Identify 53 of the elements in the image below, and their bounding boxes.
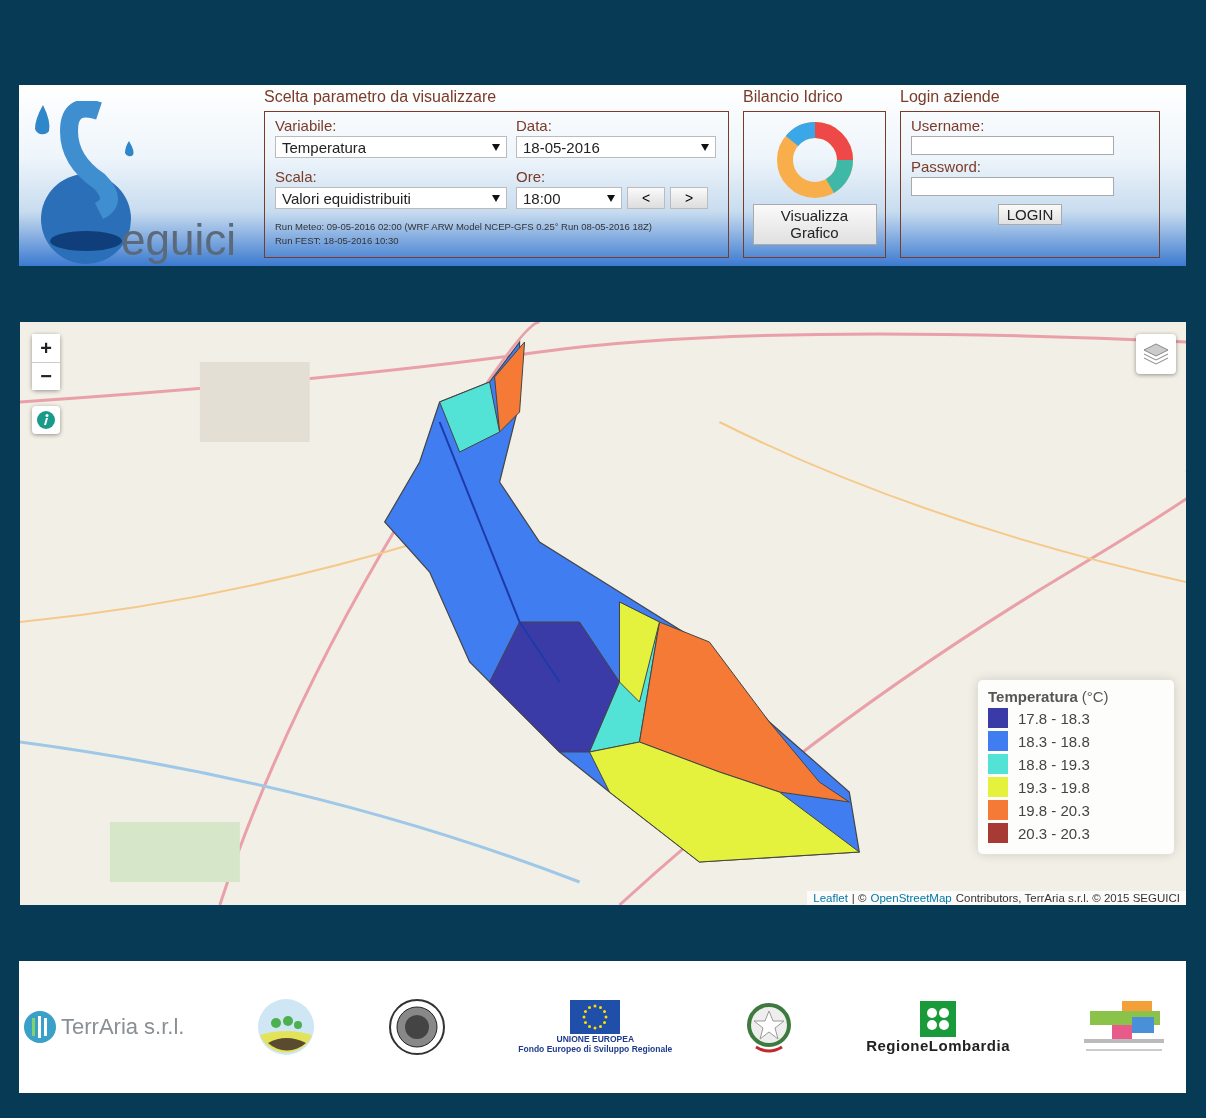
attribution-text: | © [851, 892, 867, 904]
zoom-button[interactable]: − [32, 362, 60, 390]
openstreetmap-link[interactable]: OpenStreetMap [870, 892, 952, 904]
section-title: Scelta parametro da visualizzare [264, 88, 498, 106]
logo-caption: Fondo Europeo di Sviluppo Regionale [518, 1044, 673, 1054]
field-label: Ore: [516, 168, 547, 186]
region-name: RegioneLombardia [866, 1036, 1011, 1054]
run-info: Run FEST: 18-05-2016 10:30 [275, 233, 400, 248]
clover-icon [920, 1000, 957, 1037]
legend-label: 20.3 - 20.3 [1018, 824, 1090, 842]
attribution-text: Contributors, TerrAria s.r.l. © 2015 SEGUICI [955, 892, 1180, 904]
logo-text: eguici [121, 218, 236, 262]
dropdown[interactable]: Valori equidistribuiti [275, 187, 507, 210]
striped-circle-icon [23, 1010, 57, 1044]
leaflet-link[interactable]: Leaflet [813, 892, 848, 904]
field-label: Username: [911, 117, 986, 134]
input-field[interactable] [911, 136, 1114, 155]
legend-label: 18.8 - 19.3 [1018, 755, 1090, 773]
section-title: Login aziende [900, 88, 1001, 106]
layers-button[interactable] [1136, 334, 1176, 374]
legend-title: Temperatura [988, 688, 1078, 705]
dropdown[interactable]: Temperatura [275, 136, 507, 158]
dropdown[interactable]: 18-05-2016 [516, 136, 716, 158]
legend-label: 19.8 - 20.3 [1018, 801, 1090, 819]
caret-icon [492, 195, 500, 202]
section-title: Bilancio Idrico [743, 88, 844, 106]
field-label: Scala: [275, 168, 318, 186]
input-field[interactable] [911, 177, 1114, 196]
legend-label: 17.8 - 18.3 [1018, 709, 1090, 727]
login-button[interactable]: LOGIN [997, 204, 1063, 225]
dropdown[interactable]: 18:00 [516, 187, 622, 210]
caret-icon [492, 143, 500, 151]
field-label: Variabile: [275, 117, 338, 134]
caret-icon [607, 195, 615, 202]
info-icon [36, 410, 56, 430]
run-info: Run Meteo: 09-05-2016 02:00 (WRF ARW Model NCEP-GFS 0.25° Run 08-05-2016 18Z) [275, 219, 653, 234]
field-label: Data: [516, 117, 553, 134]
zoom-button[interactable]: + [32, 334, 60, 362]
legend-unit: (°C) [1081, 688, 1109, 705]
step-button[interactable]: > [670, 187, 708, 210]
chart-button[interactable]: Visualizza Grafico [752, 204, 877, 245]
info-button[interactable] [32, 406, 60, 434]
logo-caption: UNIONE EUROPEA [556, 1034, 635, 1044]
company-name: TerrAria s.r.l. [61, 1014, 185, 1040]
legend-label: 18.3 - 18.8 [1018, 732, 1090, 750]
eu-flag-icon [570, 1000, 621, 1034]
seal-icon [388, 998, 447, 1056]
legend-label: 19.3 - 19.8 [1018, 778, 1090, 796]
plant-circle-icon [256, 997, 317, 1057]
donut-chart-icon [774, 120, 855, 200]
caret-icon [701, 143, 709, 151]
field-label: Password: [911, 158, 983, 175]
step-button[interactable]: < [627, 187, 665, 210]
